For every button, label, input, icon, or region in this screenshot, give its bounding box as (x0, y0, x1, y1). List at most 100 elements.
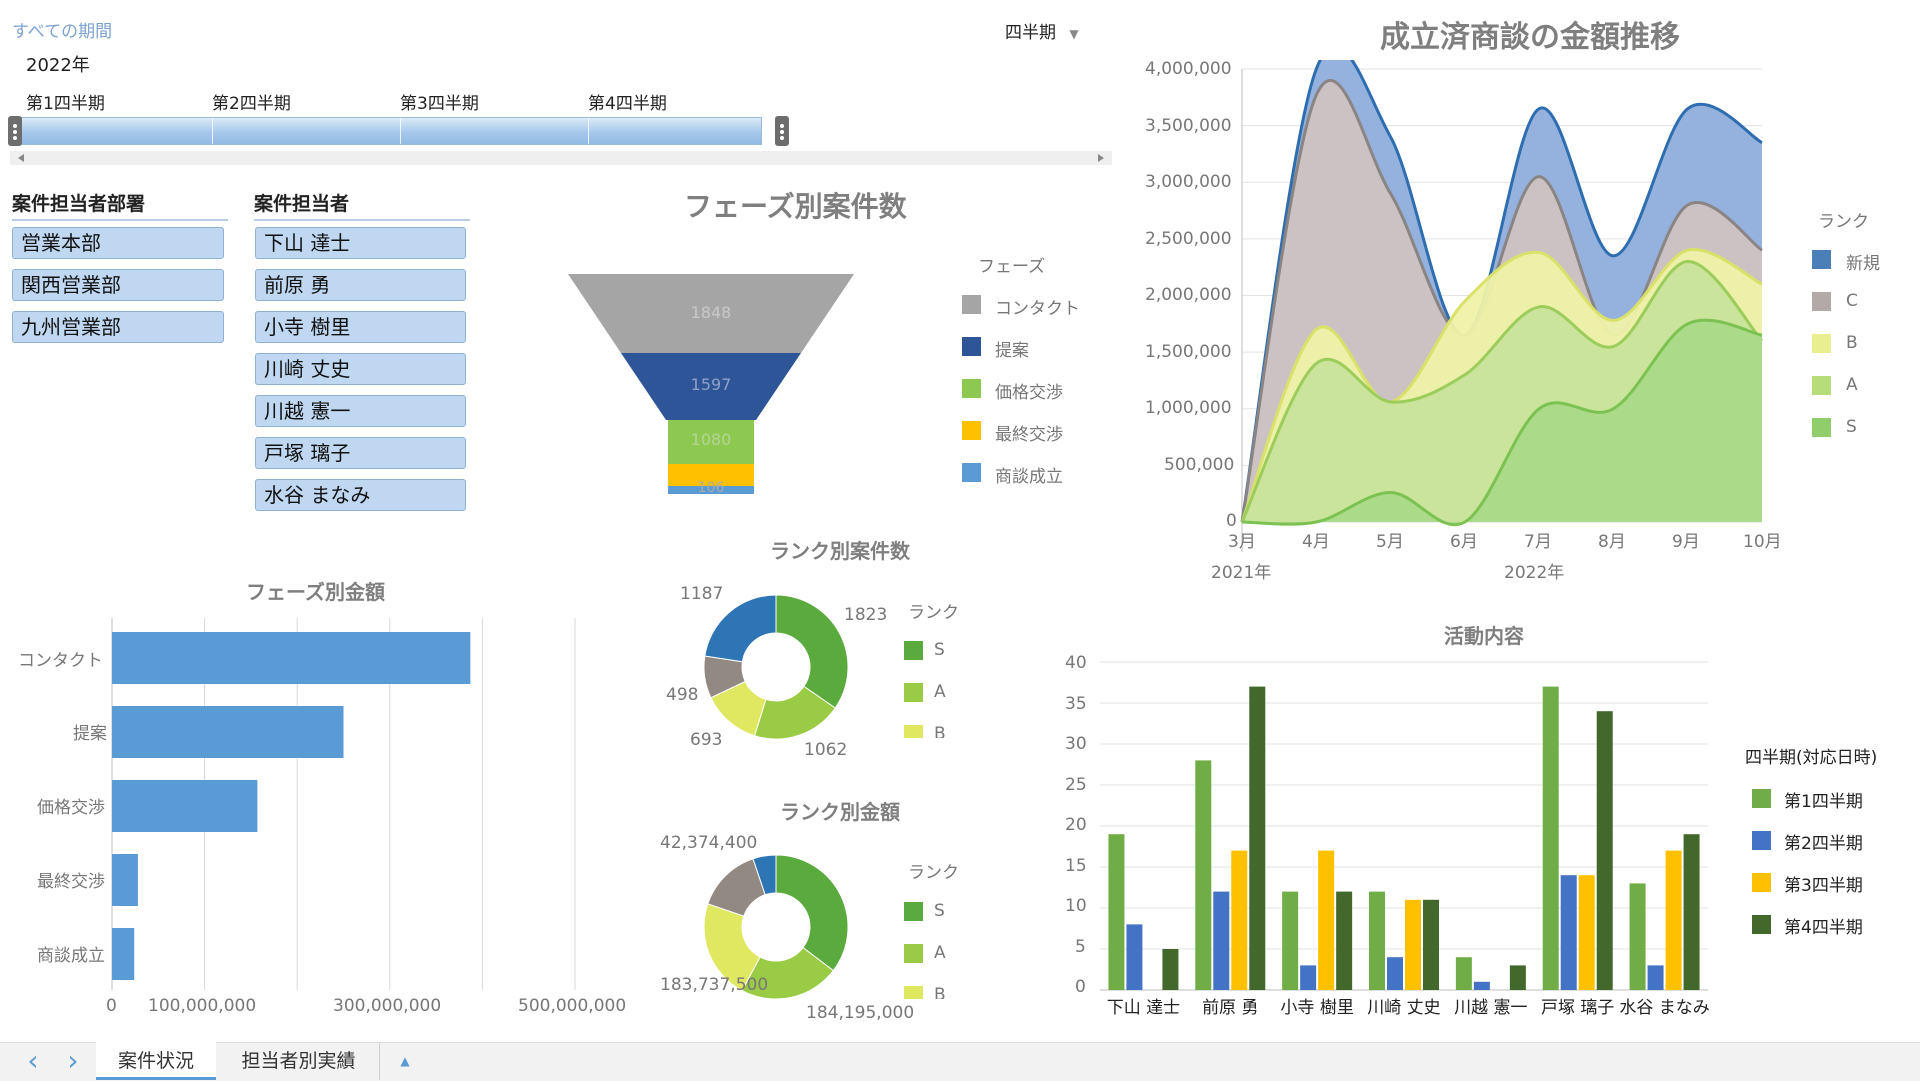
slicer-item-person[interactable]: 水谷 まなみ (255, 479, 466, 511)
slicer-item-person[interactable]: 下山 達士 (255, 227, 466, 259)
activity-bar-第2四半期 (1300, 965, 1317, 990)
legend-swatch (904, 902, 923, 921)
rank-count-legend-item: B (934, 724, 946, 738)
legend-swatch (904, 683, 923, 702)
scroll-right-icon[interactable] (1098, 154, 1104, 162)
phase-category-label: 最終交渉 (37, 872, 105, 892)
slicer-item-dept[interactable]: 関西営業部 (12, 269, 224, 301)
area-x-tick: 3月 (1228, 532, 1256, 552)
rank-amount-legend-item: B (934, 985, 946, 999)
phase-category-label: 提案 (73, 724, 107, 744)
activity-bar-第1四半期 (1455, 957, 1472, 990)
activity-y-tick: 40 (1065, 653, 1087, 673)
timeline-quarter-4: 第4四半期 (588, 94, 667, 114)
area-x-tick: 9月 (1672, 532, 1700, 552)
area-x-tick: 8月 (1598, 532, 1626, 552)
add-sheet-icon[interactable]: ▲ (390, 1042, 420, 1080)
slicer-item-person[interactable]: 小寺 樹里 (255, 311, 466, 343)
phase-amount-bar-chart (111, 618, 576, 990)
activity-y-tick: 30 (1065, 734, 1087, 754)
rank-count-legend-title: ランク (908, 603, 959, 623)
activity-x-label: 小寺 樹里 (1280, 998, 1354, 1018)
timeline-scrollbar[interactable] (10, 151, 1112, 165)
activity-bar-第3四半期 (1578, 875, 1595, 990)
timeline-right-handle[interactable] (775, 116, 789, 146)
donut-amount-label: 183,737,500 (660, 975, 769, 995)
area-legend-title: ランク (1818, 212, 1869, 232)
activity-bar-第3四半期 (1318, 850, 1335, 990)
timeline-selection-bar[interactable] (10, 117, 762, 145)
donut-slice-新規 (704, 594, 777, 663)
divider (254, 219, 470, 221)
granularity-select[interactable]: 四半期 ▼ (1005, 18, 1079, 43)
next-sheet-button[interactable]: › (58, 1042, 88, 1080)
slicer-item-dept[interactable]: 営業本部 (12, 227, 224, 259)
slicer-item-person[interactable]: 川越 憲一 (255, 395, 466, 427)
activity-bar-第4四半期 (1336, 891, 1353, 990)
area-legend-item: B (1846, 333, 1858, 353)
legend-swatch (962, 463, 981, 482)
area-legend-item: A (1846, 375, 1858, 395)
tab-staff-performance[interactable]: 担当者別実績 (218, 1042, 380, 1080)
area-y-tick: 2,000,000 (1145, 285, 1232, 305)
funnel-label-proposal: 1597 (691, 375, 732, 394)
legend-swatch (1752, 915, 1771, 934)
area-x-tick: 6月 (1450, 532, 1478, 552)
slicer-item-dept[interactable]: 九州営業部 (12, 311, 224, 343)
legend-swatch (962, 337, 981, 356)
activity-x-label: 水谷 まなみ (1619, 998, 1710, 1018)
phase-bar-価格交渉 (112, 780, 258, 832)
activity-y-tick: 0 (1075, 977, 1086, 997)
activity-bar-第1四半期 (1629, 883, 1646, 990)
all-periods-link[interactable]: すべての期間 (12, 17, 112, 42)
phase-x-tick: 100,000,000 (148, 996, 257, 1016)
activity-chart-title: 活動内容 (1444, 624, 1524, 648)
area-x-tick: 5月 (1376, 532, 1404, 552)
timeline-left-handle[interactable] (8, 116, 22, 146)
slicer-item-person[interactable]: 戸塚 璃子 (255, 437, 466, 469)
donut-amount-label: 184,195,000 (806, 1003, 915, 1023)
slicer-item-person[interactable]: 川崎 丈史 (255, 353, 466, 385)
rank-amount-title: ランク別金額 (780, 800, 900, 824)
activity-legend-item: 第2四半期 (1784, 834, 1863, 854)
phase-category-label: コンタクト (18, 651, 103, 671)
activity-legend-item: 第1四半期 (1784, 792, 1863, 812)
person-slicer-title: 案件担当者 (254, 193, 350, 215)
activity-x-label: 川越 憲一 (1454, 998, 1528, 1018)
activity-x-label: 前原 勇 (1202, 998, 1259, 1018)
legend-swatch (962, 421, 981, 440)
legend-swatch (1812, 250, 1831, 269)
activity-y-tick: 25 (1065, 775, 1087, 795)
timeline-divider (400, 118, 401, 144)
activity-bar-第1四半期 (1282, 891, 1299, 990)
phase-bar-商談成立 (112, 928, 135, 980)
donut-count-label: 1062 (804, 740, 848, 760)
activity-y-tick: 5 (1075, 937, 1086, 957)
funnel-legend-item: コンタクト (995, 299, 1080, 319)
legend-swatch (904, 944, 923, 963)
tab-case-status[interactable]: 案件状況 (96, 1042, 216, 1080)
activity-bar-第1四半期 (1542, 686, 1559, 990)
phase-amount-title: フェーズ別金額 (246, 580, 385, 604)
activity-bar-第4四半期 (1596, 711, 1613, 990)
activity-bar-第4四半期 (1423, 899, 1439, 990)
legend-swatch (962, 295, 981, 314)
activity-bar-第1四半期 (1369, 891, 1385, 990)
timeline-quarter-1: 第1四半期 (26, 94, 105, 114)
rank-count-title: ランク別案件数 (770, 539, 910, 563)
activity-bar-第4四半期 (1683, 834, 1700, 990)
phase-bar-提案 (112, 706, 344, 758)
area-y-tick: 500,000 (1164, 455, 1235, 475)
scroll-left-icon[interactable] (18, 154, 24, 162)
activity-x-label: 下山 達士 (1106, 998, 1181, 1018)
activity-y-tick: 10 (1065, 896, 1087, 916)
area-year-label: 2021年 (1211, 563, 1272, 583)
legend-swatch (1752, 831, 1771, 850)
prev-sheet-button[interactable]: ‹ (18, 1042, 48, 1080)
activity-bar-第1四半期 (1195, 760, 1212, 990)
area-x-tick: 7月 (1524, 532, 1552, 552)
area-legend-item: S (1846, 417, 1857, 437)
activity-bar-第3四半期 (1231, 850, 1248, 990)
slicer-item-person[interactable]: 前原 勇 (255, 269, 466, 301)
donut-count-label: 1823 (844, 605, 888, 625)
